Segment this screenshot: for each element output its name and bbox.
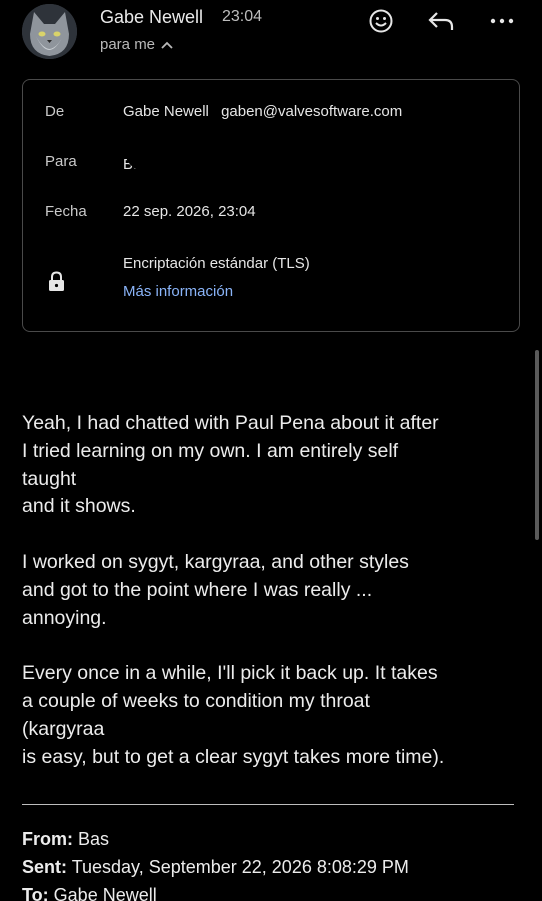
paragraph: Every once in a while, I'll pick it back… [22, 660, 522, 771]
paragraph: I worked on sygyt, kargyraa, and other s… [22, 549, 522, 632]
more-info-link[interactable]: Más información [123, 283, 233, 300]
body-line: and it shows. [22, 495, 136, 518]
sender-avatar[interactable] [22, 4, 77, 59]
quoted-from-value: Bas [78, 829, 110, 849]
to-line-label: para me [100, 36, 156, 53]
from-label: De [45, 103, 65, 120]
body-line: I tried learning on my own. I am entirel… [22, 439, 399, 462]
chevron-up-icon [161, 41, 173, 49]
body-line: (kargyraa [22, 717, 105, 740]
recipients-toggle[interactable]: para me [100, 36, 173, 53]
lock-icon [48, 271, 65, 297]
scrollbar[interactable] [535, 350, 539, 540]
quoted-from: From: Bas [22, 829, 109, 850]
redaction-mark [117, 811, 519, 861]
emoji-icon [369, 9, 393, 33]
from-value: Gabe Newell gaben@valvesoftware.com [123, 103, 402, 120]
more-icon [490, 18, 514, 24]
reply-button[interactable] [426, 6, 456, 36]
redaction-mark [124, 130, 494, 190]
body-line: and got to the point where I was really … [22, 578, 373, 601]
to-label: Para [45, 153, 77, 170]
quoted-divider [22, 804, 514, 805]
body-line: I worked on sygyt, kargyraa, and other s… [22, 550, 409, 573]
quoted-sent-label: Sent: [22, 857, 67, 877]
body-line: annoying. [22, 606, 107, 629]
message-header: Gabe Newell 23:04 para me [0, 0, 542, 70]
sent-time: 23:04 [222, 8, 263, 25]
quoted-from-label: From: [22, 829, 73, 849]
date-label: Fecha [45, 203, 87, 220]
paragraph: Yeah, I had chatted with Paul Pena about… [22, 410, 522, 521]
body-line: is easy, but to get a clear sygyt takes … [22, 745, 445, 768]
quoted-sent: Sent: Tuesday, September 22, 2026 8:08:2… [22, 857, 409, 878]
reply-icon [428, 12, 454, 30]
sender-name: Gabe Newell [100, 7, 204, 27]
quoted-to: To: Gabe Newell [22, 885, 157, 901]
body-line: a couple of weeks to condition my throat [22, 689, 370, 712]
message-body: Yeah, I had chatted with Paul Pena about… [22, 410, 522, 799]
date-value: 22 sep. 2026, 23:04 [123, 203, 256, 220]
from-email[interactable]: gaben@valvesoftware.com [221, 103, 402, 120]
quoted-sent-value: Tuesday, September 22, 2026 8:08:29 PM [71, 857, 409, 877]
quoted-to-value: Gabe Newell [53, 885, 157, 901]
from-name: Gabe Newell [123, 103, 209, 120]
cat-avatar-icon [22, 4, 77, 59]
more-options-button[interactable] [487, 6, 517, 36]
emoji-reaction-button[interactable] [366, 6, 396, 36]
encryption-label: Encriptación estándar (TLS) [123, 255, 310, 272]
quoted-to-label: To: [22, 885, 49, 901]
message-details-card: De Gabe Newell gaben@valvesoftware.com P… [22, 79, 520, 332]
body-line: Yeah, I had chatted with Paul Pena about… [22, 412, 439, 434]
body-line: taught [22, 467, 77, 490]
body-line: Every once in a while, I'll pick it back… [22, 662, 438, 685]
